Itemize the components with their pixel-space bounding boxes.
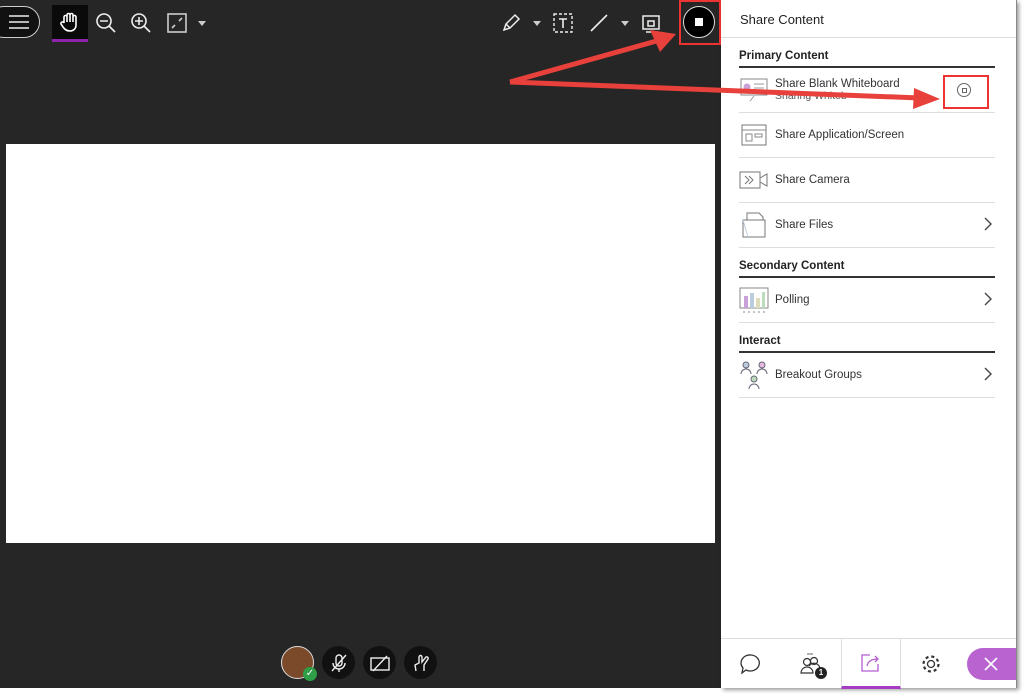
zoom-out-button[interactable] <box>93 10 119 36</box>
polling-item[interactable]: Polling <box>739 278 995 323</box>
section-heading: Secondary Content <box>739 248 995 278</box>
camera-icon <box>739 167 769 193</box>
chevron-down-icon <box>198 20 206 26</box>
line-dropdown[interactable] <box>619 18 631 28</box>
hand-tool-button[interactable] <box>52 5 88 42</box>
camera-off-icon <box>369 655 390 671</box>
polling-icon <box>739 287 769 313</box>
avatar[interactable]: ✓ <box>281 646 317 681</box>
item-label: Share Blank Whiteboard <box>775 78 900 90</box>
share-camera-item[interactable]: Share Camera <box>739 158 995 203</box>
breakout-groups-item[interactable]: Breakout Groups <box>739 353 995 398</box>
share-content-panel: Share Content Primary Content Share Blan… <box>721 0 1017 689</box>
item-label: Share Files <box>775 219 834 231</box>
tab-share-content[interactable] <box>840 639 901 689</box>
microphone-muted-icon <box>330 653 347 672</box>
section-heading: Primary Content <box>739 38 995 68</box>
chevron-down-icon <box>621 20 629 26</box>
chevron-right-icon <box>984 217 992 231</box>
highlight-box <box>679 0 721 45</box>
screen-icon <box>739 122 769 148</box>
breakout-groups-icon <box>739 361 769 390</box>
eraser-icon <box>642 15 660 33</box>
tab-chat[interactable] <box>721 639 781 689</box>
eraser-button[interactable] <box>638 10 664 36</box>
share-files-item[interactable]: Share Files <box>739 203 995 248</box>
section-heading: Interact <box>739 323 995 353</box>
main-stage: ✓ <box>0 0 721 688</box>
zoom-in-button[interactable] <box>128 10 154 36</box>
pencil-icon <box>502 13 521 32</box>
item-label: Share Camera <box>775 174 850 186</box>
fit-dropdown[interactable] <box>196 18 208 28</box>
chevron-right-icon <box>984 367 992 381</box>
item-label: Share Application/Screen <box>775 129 905 141</box>
item-status: Sharing Whiteb <box>775 90 847 102</box>
fit-button[interactable] <box>164 10 190 36</box>
zoom-out-icon <box>96 13 116 33</box>
chat-icon <box>740 654 760 675</box>
status-check-icon: ✓ <box>303 667 317 681</box>
chevron-right-icon <box>984 292 992 306</box>
share-icon <box>861 653 879 672</box>
participants-count-badge: 1 <box>814 667 827 679</box>
item-label: Breakout Groups <box>775 369 862 381</box>
panel-tab-bar: 1 <box>721 638 1016 689</box>
microphone-button[interactable] <box>322 646 355 679</box>
close-icon <box>984 657 998 671</box>
tab-participants[interactable]: 1 <box>781 639 841 689</box>
tab-settings[interactable] <box>901 639 961 689</box>
text-icon <box>553 13 573 33</box>
raise-hand-icon <box>413 654 429 671</box>
menu-icon <box>9 15 29 29</box>
whiteboard-canvas[interactable] <box>6 144 715 543</box>
zoom-in-icon <box>131 13 151 33</box>
close-panel-button[interactable] <box>966 648 1016 680</box>
line-icon <box>590 14 608 32</box>
highlight-box <box>943 75 989 109</box>
raise-hand-button[interactable] <box>404 646 437 679</box>
line-button[interactable] <box>586 10 612 36</box>
menu-button[interactable] <box>0 6 40 38</box>
chevron-down-icon <box>533 20 541 26</box>
whiteboard-icon <box>739 77 769 103</box>
panel-title: Share Content <box>721 0 1016 38</box>
gear-icon <box>922 655 940 673</box>
text-button[interactable] <box>550 10 576 36</box>
share-screen-item[interactable]: Share Application/Screen <box>739 113 995 158</box>
hand-icon <box>60 12 77 32</box>
files-icon <box>739 212 769 238</box>
fit-icon <box>167 13 187 33</box>
camera-button[interactable] <box>363 646 396 679</box>
item-label: Polling <box>775 294 810 306</box>
pencil-dropdown[interactable] <box>531 18 543 28</box>
pencil-button[interactable] <box>498 10 524 36</box>
